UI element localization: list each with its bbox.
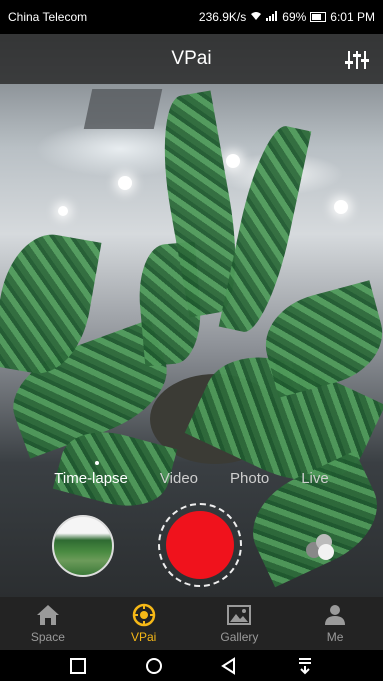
signal-icon xyxy=(266,10,278,24)
ceiling-light xyxy=(334,200,348,214)
nav-label-vpai: VPai xyxy=(130,630,157,644)
status-right: 236.9K/s 69% 6:01 PM xyxy=(199,10,375,24)
nav-label-gallery: Gallery xyxy=(220,630,259,644)
network-speed: 236.9K/s xyxy=(198,10,247,24)
nav-label-me: Me xyxy=(326,630,344,644)
camera-icon xyxy=(132,603,155,627)
notification-pull-icon[interactable] xyxy=(295,656,315,676)
status-bar: China Telecom 236.9K/s 69% 6:01 PM xyxy=(0,0,383,34)
gallery-thumbnail[interactable] xyxy=(52,515,114,577)
nav-item-space[interactable]: Space xyxy=(0,597,96,650)
nav-item-vpai[interactable]: VPai xyxy=(96,597,192,650)
mode-indicator xyxy=(95,461,99,465)
ceiling-light xyxy=(118,176,132,190)
recents-square-icon[interactable] xyxy=(68,656,88,676)
carrier-label: China Telecom xyxy=(8,10,88,24)
clock: 6:01 PM xyxy=(330,10,375,24)
home-icon xyxy=(36,605,59,625)
person-icon xyxy=(325,605,346,625)
nav-item-gallery[interactable]: Gallery xyxy=(192,597,288,650)
mode-tab-photo[interactable]: Photo xyxy=(230,470,269,492)
back-triangle-icon[interactable] xyxy=(219,656,239,676)
app-header: VPai xyxy=(0,34,383,84)
app-title: VPai xyxy=(171,48,212,69)
vpai-camera-screen: China Telecom 236.9K/s 69% 6:01 PM VPai xyxy=(0,0,383,681)
nav-item-me[interactable]: Me xyxy=(287,597,383,650)
image-icon xyxy=(227,605,252,625)
filter-toggle-icon[interactable] xyxy=(302,532,336,560)
mode-tab-time-lapse[interactable]: Time-lapse xyxy=(54,470,128,492)
mode-tab-video[interactable]: Video xyxy=(160,470,198,492)
bottom-nav: Space VPai Gallery Me xyxy=(0,597,383,650)
shutter-button[interactable] xyxy=(166,511,234,579)
plant-leaf xyxy=(255,280,383,398)
ceiling-light xyxy=(58,206,68,216)
system-nav-bar xyxy=(0,650,383,681)
settings-sliders-icon[interactable] xyxy=(345,49,369,71)
home-circle-icon[interactable] xyxy=(144,656,164,676)
mode-tabs: Time-lapse Video Photo Live xyxy=(0,470,383,492)
nav-label-space: Space xyxy=(30,630,65,644)
battery-icon xyxy=(310,12,327,22)
battery-percent: 69% xyxy=(282,10,307,24)
ceiling-vent xyxy=(83,89,163,129)
wifi-icon xyxy=(250,10,262,24)
mode-tab-live[interactable]: Live xyxy=(301,470,329,492)
ceiling-light xyxy=(226,154,240,168)
